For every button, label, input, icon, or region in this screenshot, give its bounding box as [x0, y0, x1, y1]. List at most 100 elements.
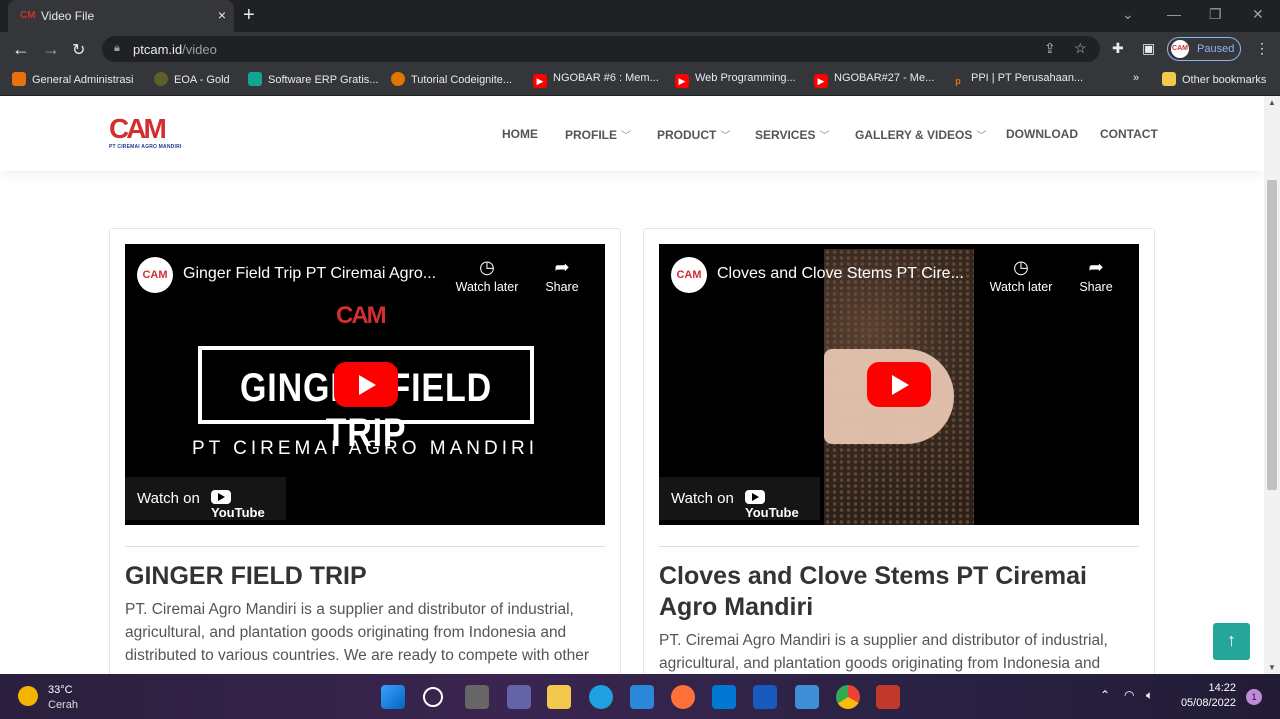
chevron-down-icon: ﹀: [621, 131, 632, 142]
snipping-tool-icon[interactable]: [876, 685, 900, 709]
page-viewport: CAM PT CIREMAI AGRO MANDIRI HOME PROFILE…: [0, 96, 1264, 674]
tab-search-icon[interactable]: ⌄: [1122, 6, 1134, 23]
menu-kebab-icon[interactable]: ⋮: [1255, 40, 1269, 57]
show-hidden-icons-icon[interactable]: ⌃: [1100, 688, 1110, 702]
bookmark-item[interactable]: ▶ NGOBAR#27 - Me...: [814, 72, 934, 88]
minimize-icon[interactable]: —: [1167, 6, 1181, 22]
file-explorer-icon[interactable]: [547, 685, 571, 709]
share-arrow-icon: ➦: [554, 257, 570, 277]
reload-icon[interactable]: ↻: [72, 40, 85, 60]
bookmark-item[interactable]: EOA - Gold: [154, 72, 230, 86]
bookmark-label: Other bookmarks: [1182, 74, 1267, 86]
bookmark-item[interactable]: Software ERP Gratis...: [248, 72, 378, 86]
scrollbar-thumb[interactable]: [1267, 180, 1277, 490]
watch-on-youtube-button[interactable]: Watch on YouTube: [125, 477, 286, 520]
tab-title: Video File: [41, 9, 95, 23]
share-page-icon[interactable]: ⇪: [1044, 40, 1056, 57]
nav-contact[interactable]: CONTACT: [1100, 127, 1158, 141]
url-host: ptcam.id: [133, 42, 183, 57]
play-button[interactable]: [867, 362, 931, 407]
nav-profile[interactable]: PROFILE ﹀: [565, 127, 631, 142]
close-tab-icon[interactable]: ×: [218, 7, 226, 23]
new-tab-button[interactable]: +: [243, 4, 255, 27]
mail-icon[interactable]: [712, 685, 736, 709]
bookmark-item[interactable]: General Administrasi: [12, 72, 134, 86]
watch-on-youtube-button[interactable]: Watch on YouTube: [659, 477, 820, 520]
nav-download[interactable]: DOWNLOAD: [1006, 127, 1078, 141]
scroll-down-icon[interactable]: ▼: [1268, 663, 1276, 672]
watch-later-button[interactable]: ◷ Watch later: [985, 256, 1057, 294]
video-title[interactable]: Cloves and Clove Stems PT Cire...: [717, 265, 987, 283]
chrome-icon[interactable]: [836, 685, 860, 709]
nav-label: HOME: [502, 127, 538, 141]
share-label: Share: [545, 280, 579, 294]
extensions-icon[interactable]: ✚: [1112, 40, 1124, 57]
watch-later-button[interactable]: ◷ Watch later: [451, 256, 523, 294]
youtube-logo: YouTube: [211, 490, 286, 520]
back-icon[interactable]: ←: [12, 39, 30, 60]
side-panel-icon[interactable]: ▣: [1142, 40, 1155, 57]
bookmark-favicon-icon: [12, 72, 26, 86]
task-view-icon[interactable]: [465, 685, 489, 709]
nav-product[interactable]: PRODUCT ﹀: [657, 127, 730, 142]
nav-home[interactable]: HOME: [502, 127, 538, 141]
browser-tab[interactable]: CM Video File ×: [8, 0, 234, 32]
maximize-icon[interactable]: ❐: [1209, 6, 1222, 23]
watch-later-label: Watch later: [989, 280, 1053, 294]
youtube-logo: YouTube: [745, 490, 820, 520]
word-icon[interactable]: [753, 685, 777, 709]
notification-badge[interactable]: 1: [1246, 689, 1262, 705]
store-icon[interactable]: [630, 685, 654, 709]
youtube-wordmark: YouTube: [211, 505, 265, 520]
video-title[interactable]: Ginger Field Trip PT Ciremai Agro...: [183, 265, 453, 283]
back-to-top-button[interactable]: ↑: [1213, 623, 1250, 660]
profile-status: Paused: [1197, 43, 1235, 55]
volume-icon[interactable]: 🔈︎: [1146, 688, 1153, 703]
watch-on-label: Watch on: [137, 490, 200, 507]
share-label: Share: [1079, 280, 1113, 294]
bookmark-item[interactable]: ▶ Web Programming...: [675, 72, 796, 88]
bookmark-item[interactable]: ▶ NGOBAR #6 : Mem...: [533, 72, 659, 88]
play-button[interactable]: [334, 362, 398, 407]
channel-avatar[interactable]: CAM: [137, 257, 173, 293]
share-button[interactable]: ➦ Share: [535, 256, 589, 294]
start-button-icon[interactable]: [381, 685, 405, 709]
wifi-icon[interactable]: ◠: [1124, 688, 1134, 702]
address-bar[interactable]: 🔒︎ ptcam.id/video ⇪ ☆: [102, 36, 1100, 62]
bookmark-star-icon[interactable]: ☆: [1074, 40, 1087, 57]
edge-icon[interactable]: [589, 685, 613, 709]
page-scrollbar[interactable]: ▲ ▼: [1264, 96, 1280, 674]
lock-icon[interactable]: 🔒︎: [114, 42, 124, 54]
bookmark-label: EOA - Gold: [174, 74, 230, 86]
bookmarks-bar: General Administrasi EOA - Gold Software…: [0, 66, 1280, 96]
photos-icon[interactable]: [795, 685, 819, 709]
site-logo[interactable]: CAM PT CIREMAI AGRO MANDIRI: [109, 114, 183, 154]
bookmarks-overflow-button[interactable]: »: [1133, 72, 1139, 84]
share-button[interactable]: ➦ Share: [1069, 256, 1123, 294]
youtube-embed[interactable]: CAM Cloves and Clove Stems PT Cire... ◷ W…: [659, 244, 1139, 525]
firefox-icon[interactable]: [671, 685, 695, 709]
profile-button[interactable]: CAM Paused: [1167, 37, 1241, 61]
bookmark-favicon-icon: [154, 72, 168, 86]
bookmark-label: Software ERP Gratis...: [268, 74, 379, 86]
window-close-icon[interactable]: ✕: [1252, 6, 1264, 23]
other-bookmarks-folder[interactable]: Other bookmarks: [1162, 72, 1266, 86]
card-description: PT. Ciremai Agro Mandiri is a supplier a…: [659, 632, 1108, 672]
bookmark-item[interactable]: p PPI | PT Perusahaan...: [951, 72, 1083, 88]
nav-services[interactable]: SERVICES ﹀: [755, 127, 829, 142]
youtube-favicon-icon: ▶: [533, 74, 547, 88]
nav-gallery-videos[interactable]: GALLERY & VIDEOS ﹀: [855, 127, 986, 142]
youtube-play-icon: [745, 490, 765, 504]
folder-icon: [1162, 72, 1176, 86]
channel-avatar[interactable]: CAM: [671, 257, 707, 293]
scroll-up-icon[interactable]: ▲: [1268, 98, 1276, 107]
bookmark-item[interactable]: Tutorial Codeignite...: [391, 72, 512, 86]
youtube-embed[interactable]: CAM GINGER FIELD TRIP PT CIREMAI AGRO MA…: [125, 244, 605, 525]
forward-icon[interactable]: →: [42, 39, 60, 60]
chevron-down-icon: ﹀: [976, 131, 987, 142]
youtube-favicon-icon: ▶: [675, 74, 689, 88]
taskbar-clock[interactable]: 14:22 05/08/2022: [1172, 682, 1236, 709]
clock-icon: ◷: [1013, 257, 1029, 277]
teams-chat-icon[interactable]: [507, 685, 531, 709]
search-icon[interactable]: [423, 687, 443, 707]
